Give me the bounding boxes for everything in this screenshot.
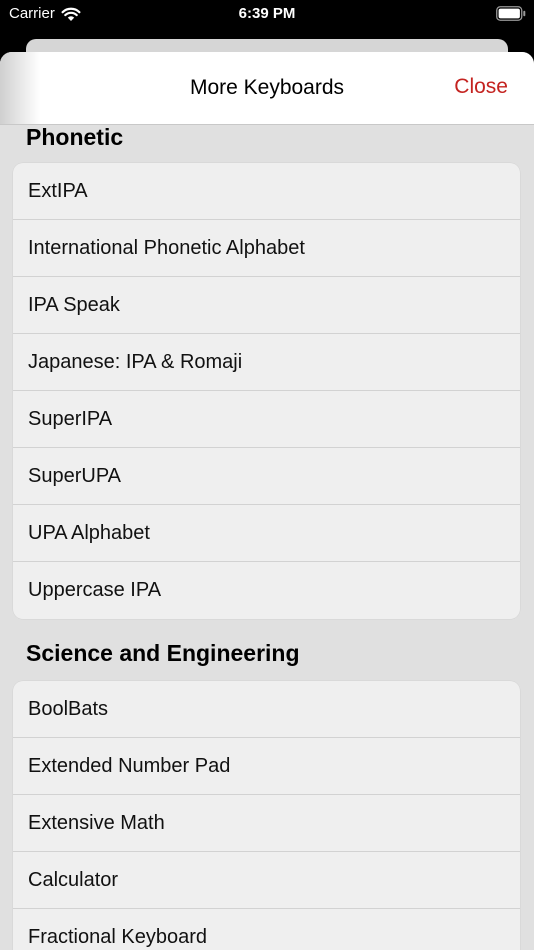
list-item-fractional-keyboard[interactable]: Fractional Keyboard <box>13 909 520 950</box>
section-group-phonetic: ExtIPA International Phonetic Alphabet I… <box>13 163 520 619</box>
list-item-calculator[interactable]: Calculator <box>13 852 520 909</box>
list-item-boolbats[interactable]: BoolBats <box>13 681 520 738</box>
list-item-superupa[interactable]: SuperUPA <box>13 448 520 505</box>
section-header-phonetic: Phonetic <box>26 124 124 150</box>
list-item-upa-alphabet[interactable]: UPA Alphabet <box>13 505 520 562</box>
status-time: 6:39 PM <box>238 5 296 22</box>
section-header-science-engineering: Science and Engineering <box>26 640 300 666</box>
list-item-superipa[interactable]: SuperIPA <box>13 391 520 448</box>
more-keyboards-sheet: More Keyboards Close Phonetic ExtIPA Int… <box>0 52 534 950</box>
list-item-extensive-math[interactable]: Extensive Math <box>13 795 520 852</box>
list-item-japanese-ipa-romaji[interactable]: Japanese: IPA & Romaji <box>13 334 520 391</box>
close-button[interactable]: Close <box>454 75 508 99</box>
list-item-extended-number-pad[interactable]: Extended Number Pad <box>13 738 520 795</box>
battery-icon <box>496 6 526 21</box>
list-item-extipa[interactable]: ExtIPA <box>13 163 520 220</box>
navigation-bar: More Keyboards Close <box>0 52 534 125</box>
status-bar: Carrier 6:39 PM <box>0 0 534 30</box>
list-item-international-phonetic-alphabet[interactable]: International Phonetic Alphabet <box>13 220 520 277</box>
list-item-uppercase-ipa[interactable]: Uppercase IPA <box>13 562 520 619</box>
section-group-science-engineering: BoolBats Extended Number Pad Extensive M… <box>13 681 520 950</box>
list-item-ipa-speak[interactable]: IPA Speak <box>13 277 520 334</box>
keyboard-list[interactable]: Phonetic ExtIPA International Phonetic A… <box>0 124 534 950</box>
